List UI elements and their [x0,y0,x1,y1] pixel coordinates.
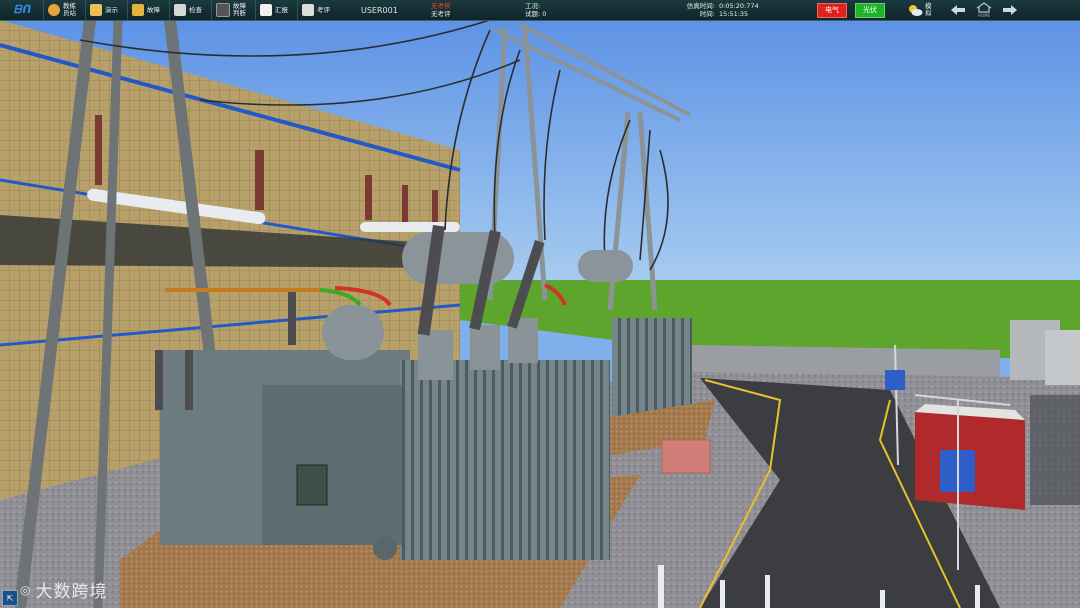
guard-house [915,404,1025,510]
toolbar-trainer-station-button[interactable]: 教练员站 [43,0,85,20]
report-icon [260,4,272,16]
sim-time-label: 仿真时间: [686,2,715,10]
toolbar-exam-button[interactable]: 考评 [297,0,339,20]
exam-value: 0 [542,10,547,18]
equipment-box [661,439,711,474]
fault-icon [132,4,144,16]
rear-transformer-radiators [612,318,692,418]
trainer-icon [48,4,60,16]
exam-icon [302,4,314,16]
weather-simulation-button[interactable]: 模拟 [907,3,935,17]
clock-label: 时间: [699,10,715,18]
toolbar-fault-judge-button[interactable]: 故障判断 [211,0,255,20]
assessment-status: 无考核 无考评 [431,2,501,18]
time-block: 仿真时间: 时间: 0:05:20:774 15:51:35 [675,2,795,18]
home-icon [976,2,992,13]
conservator-tank-rear [578,250,633,282]
toolbar-check-button[interactable]: 检查 [169,0,211,20]
toolbar-fault-button[interactable]: 故障 [127,0,169,20]
app-logo: ᗷᑎ [13,3,33,16]
check-icon [174,4,186,16]
assessment-status-top: 无考核 [431,2,451,10]
watermark-text: 大数跨境 [35,582,108,602]
exam-label: 试题: [525,10,541,18]
electric-mode-button[interactable]: 电气 [817,2,847,18]
work-condition-block: 工况: 试题: 0 [525,2,675,18]
forward-arrow-icon[interactable] [1003,5,1017,15]
monitor-icon [216,3,230,17]
watermark: ◎ 大数跨境 [8,577,107,602]
folder-icon [90,4,102,16]
clock-value: 15:51:35 [719,10,749,18]
watermark-logo-icon: ◎ [20,582,32,597]
sim-time-value: 0:05:20:774 [719,2,759,10]
toolbar-report-button[interactable]: 汇报 [255,0,297,20]
weather-label: 模拟 [925,2,932,17]
toolbar-demo-button[interactable]: 演示 [85,0,127,20]
home-button[interactable]: HOME [975,2,993,18]
navigation-controls: HOME [951,2,1017,18]
top-toolbar: ᗷᑎ 教练员站 演示 故障 检查 故障判断 汇报 考评 USER001 无考核 … [0,0,1080,21]
assessment-status-bottom: 无考评 [431,10,451,18]
back-arrow-icon[interactable] [951,5,965,15]
photovoltaic-mode-button[interactable]: 光伏 [855,2,885,18]
user-name: USER001 [361,5,398,15]
substation-3d-scene[interactable] [0,0,1080,608]
road-sign [885,370,905,390]
home-label: HOME [977,13,991,18]
weather-icon [909,5,923,16]
work-condition-label: 工况: [525,2,541,10]
